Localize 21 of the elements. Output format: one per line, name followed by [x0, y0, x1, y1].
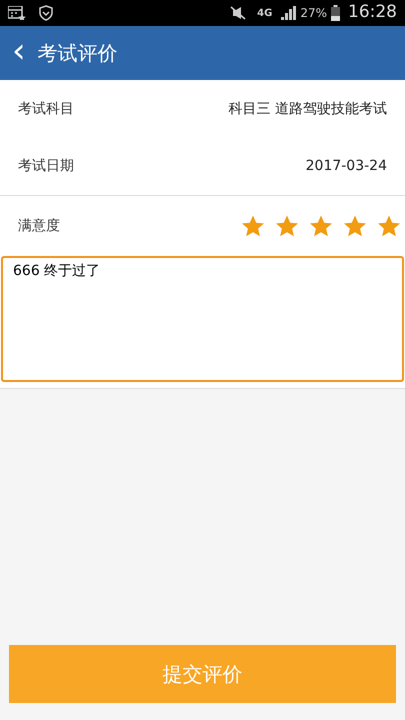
- field-label: 考试科目: [18, 100, 74, 118]
- clock: 16:28: [348, 1, 397, 24]
- battery-percent: 27%: [300, 5, 327, 22]
- star-icon[interactable]: [241, 214, 265, 238]
- signal-icon: [280, 6, 296, 20]
- field-value: 科目三 道路驾驶技能考试: [228, 100, 387, 118]
- shield-icon: [38, 5, 54, 21]
- field-label: 考试日期: [18, 157, 74, 176]
- star-rating[interactable]: [241, 214, 401, 238]
- star-icon[interactable]: [275, 214, 299, 238]
- comment-field[interactable]: 666 终于过了: [1, 256, 404, 382]
- network-type: 4G: [257, 6, 272, 20]
- star-icon[interactable]: [377, 214, 401, 238]
- calendar-icon: [8, 6, 26, 20]
- rating-label: 满意度: [18, 216, 60, 236]
- back-button[interactable]: ‹: [12, 34, 26, 72]
- field-value: 2017-03-24: [306, 157, 387, 176]
- page-title: 考试评价: [38, 40, 118, 67]
- battery-icon: [331, 5, 340, 21]
- star-icon[interactable]: [343, 214, 367, 238]
- star-icon[interactable]: [309, 214, 333, 238]
